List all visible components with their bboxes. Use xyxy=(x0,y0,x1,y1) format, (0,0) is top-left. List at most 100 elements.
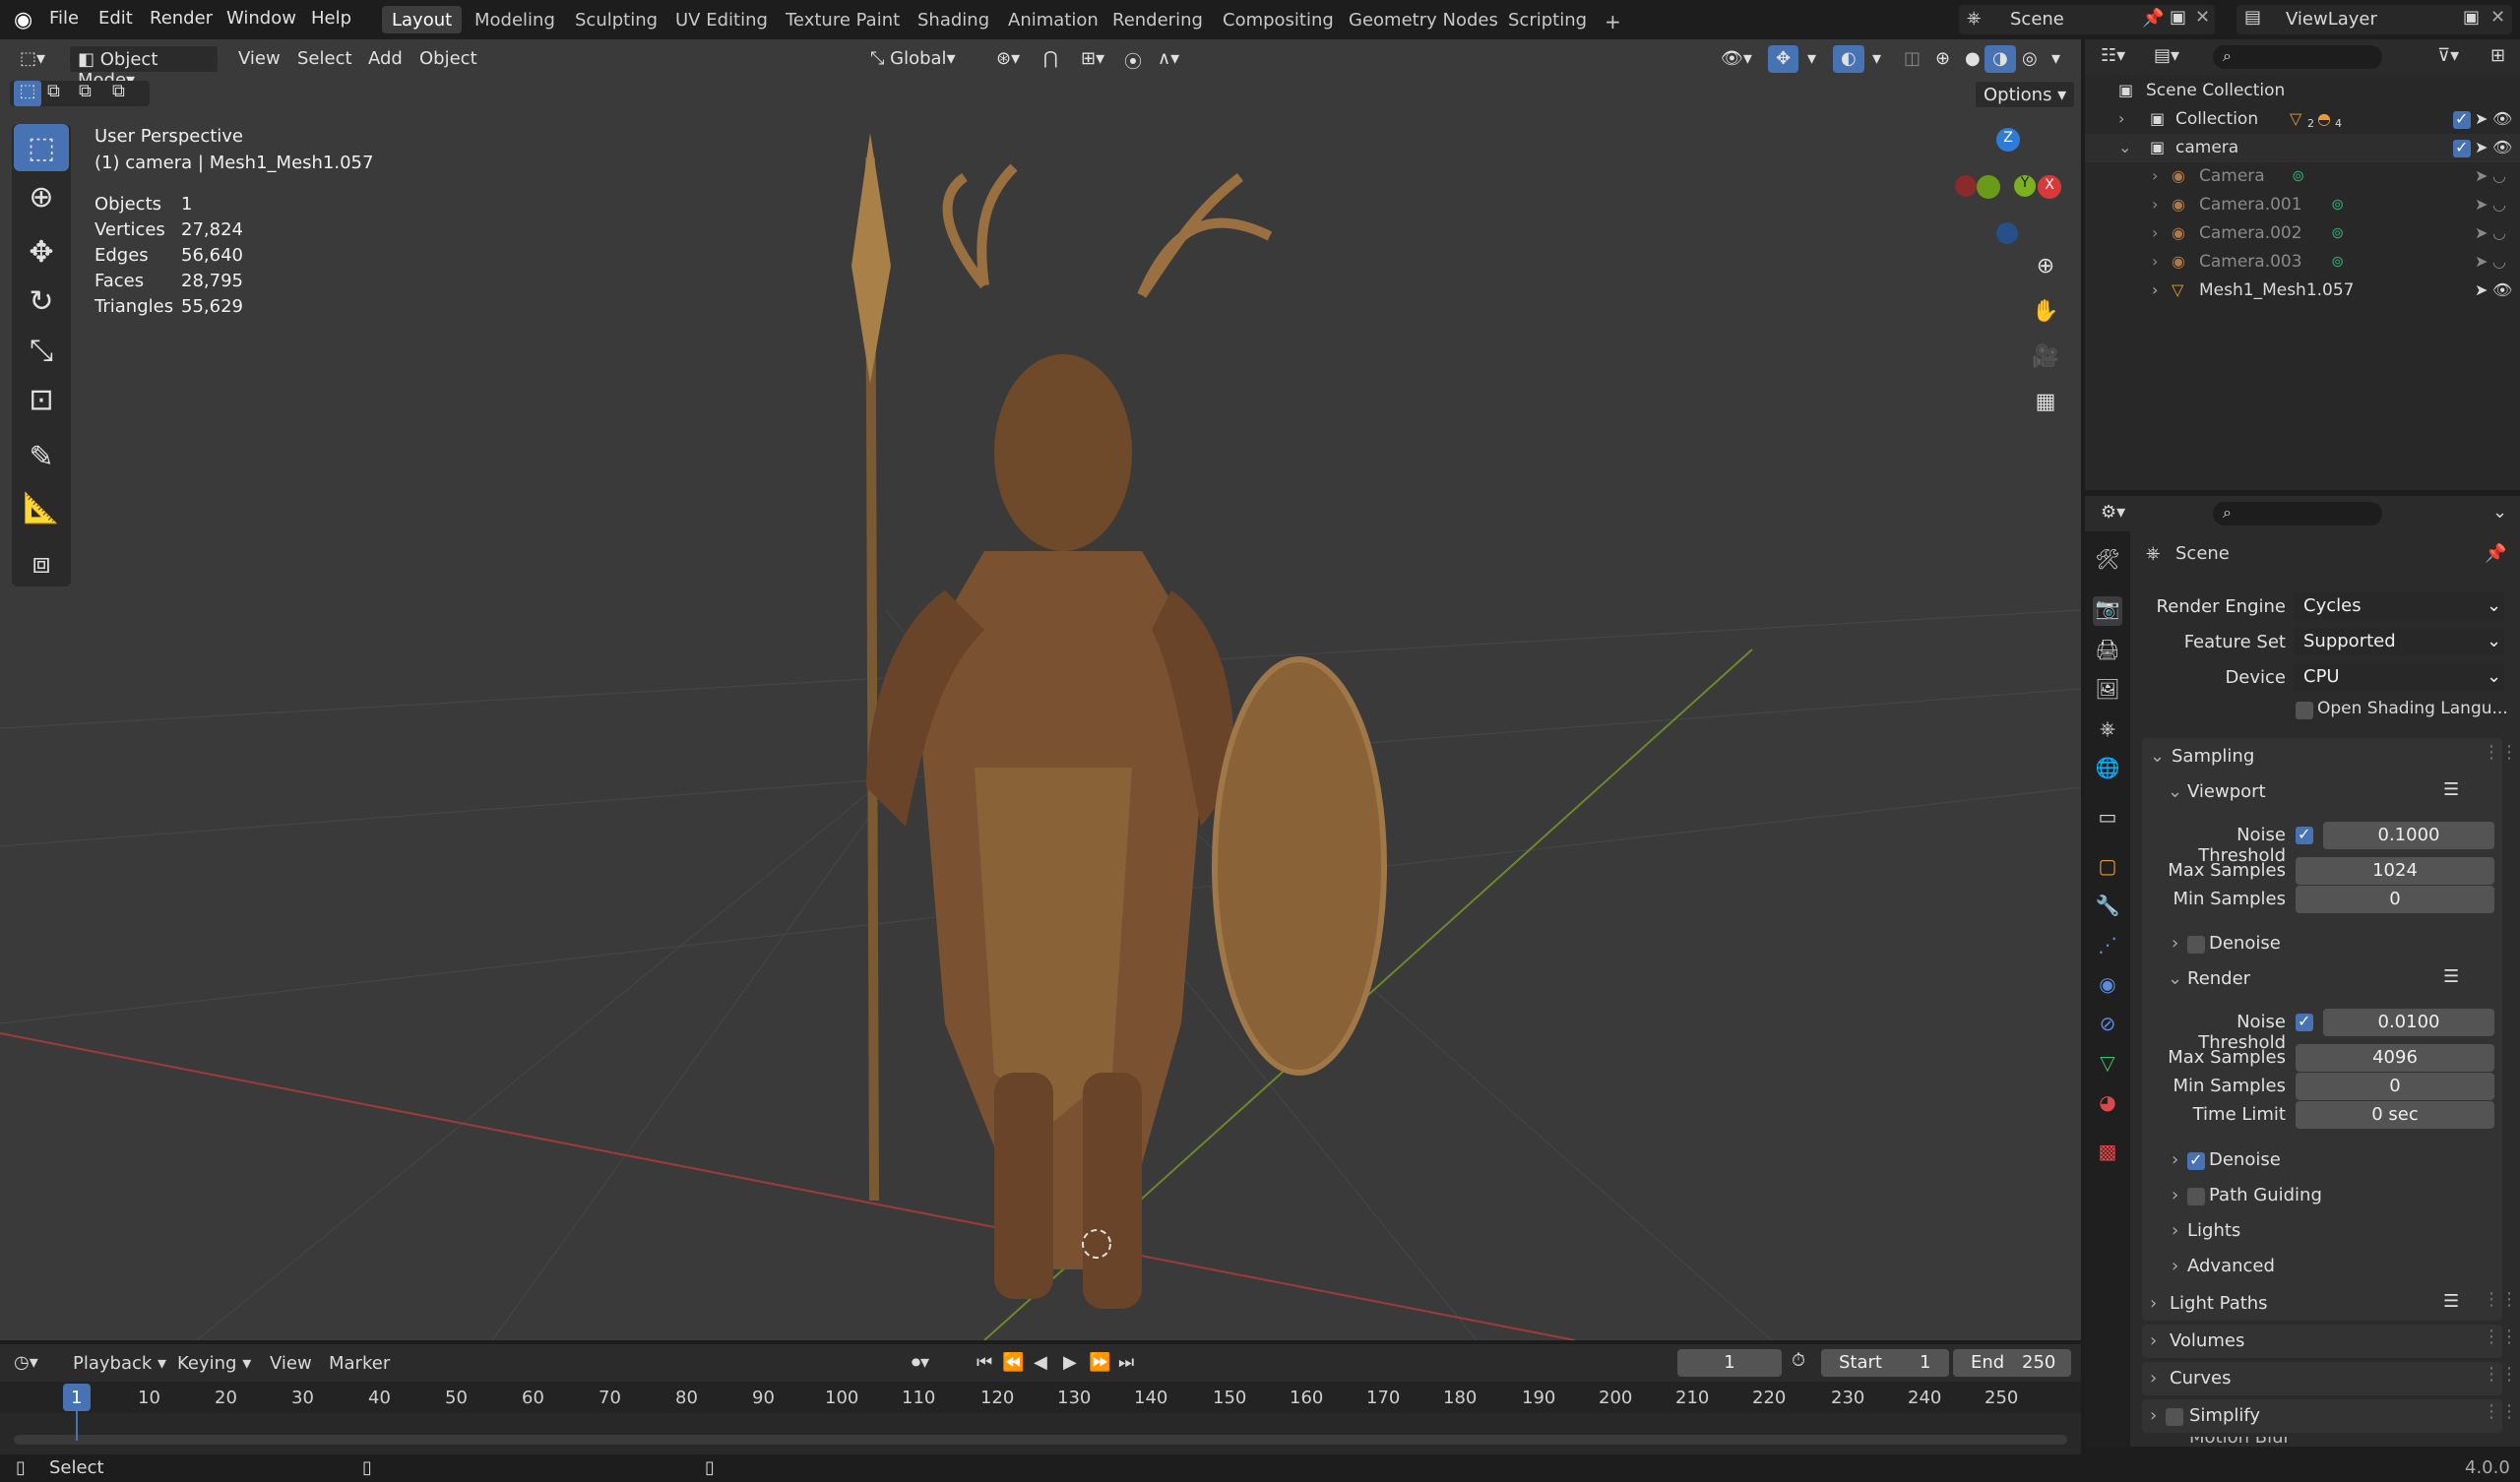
close-icon[interactable]: ✕ xyxy=(2195,7,2210,28)
collapse-chevron-icon[interactable]: ⌄ xyxy=(2168,781,2182,802)
expand-chevron-icon[interactable]: › xyxy=(2150,1405,2157,1426)
volumes-panel-header[interactable]: Volumes xyxy=(2170,1330,2244,1351)
gizmo-x-axis[interactable]: X xyxy=(2038,175,2061,199)
wireframe-shading-icon[interactable]: ⊕ xyxy=(1927,45,1958,73)
outliner-row-camera[interactable]: › ◉ Camera ⊚ ➤ ◡ xyxy=(2085,162,2520,191)
menu-file[interactable]: File xyxy=(49,8,79,29)
tab-uv-editing[interactable]: UV Editing xyxy=(665,6,778,33)
collapse-chevron-icon[interactable]: ⌄ xyxy=(2118,138,2131,156)
tab-geometry-nodes[interactable]: Geometry Nodes xyxy=(1339,6,1508,33)
camera-view-icon[interactable]: 🎥 xyxy=(2028,339,2063,374)
move-tool-icon[interactable]: ✥ xyxy=(14,228,69,276)
time-limit-field[interactable]: 0 sec xyxy=(2296,1101,2494,1129)
presets-list-icon[interactable]: ☰ xyxy=(2443,1291,2459,1312)
drag-handle-icon[interactable]: ⋮⋮ xyxy=(2483,1364,2518,1385)
proportional-edit-icon[interactable]: ⦿ xyxy=(1116,45,1150,73)
path-guiding-checkbox[interactable] xyxy=(2187,1188,2205,1205)
drag-handle-icon[interactable]: ⋮⋮ xyxy=(2483,1401,2518,1422)
select-intersect-icon[interactable]: ⧉ xyxy=(112,81,125,101)
jump-end-icon[interactable]: ⏭ xyxy=(1118,1352,1134,1373)
new-scene-icon[interactable]: ▣ xyxy=(2170,7,2186,28)
output-tab-icon[interactable]: 🖨 xyxy=(2093,638,2122,667)
object-tab-icon[interactable]: ▢ xyxy=(2093,854,2122,884)
select-arrow-icon[interactable]: ➤ xyxy=(2475,109,2488,128)
drag-handle-icon[interactable]: ⋮⋮ xyxy=(2483,742,2518,763)
presets-list-icon[interactable]: ☰ xyxy=(2443,779,2459,800)
play-reverse-icon[interactable]: ◀ xyxy=(1034,1352,1047,1373)
gizmo-x-neg-axis[interactable] xyxy=(1955,175,1977,197)
properties-editor-icon[interactable]: ⚙▾ xyxy=(2101,502,2125,523)
simplify-panel-header[interactable]: Simplify xyxy=(2189,1405,2260,1426)
tab-compositing[interactable]: Compositing xyxy=(1213,6,1344,33)
menu-window[interactable]: Window xyxy=(226,8,296,29)
marker-menu[interactable]: Marker xyxy=(329,1353,390,1374)
select-arrow-icon[interactable]: ➤ xyxy=(2475,223,2488,242)
expand-chevron-icon[interactable]: › xyxy=(2172,1256,2178,1276)
expand-chevron-icon[interactable]: › xyxy=(2172,1149,2178,1170)
chevron-down-icon[interactable]: ⌄ xyxy=(2492,502,2507,523)
overlay-toggle-icon[interactable]: ◐ xyxy=(1833,45,1864,73)
prev-keyframe-icon[interactable]: ⏪ xyxy=(1002,1352,1024,1373)
outliner-row-camera-003[interactable]: › ◉ Camera.003 ⊚ ➤ ◡ xyxy=(2085,248,2520,277)
viewport-noise-threshold-checkbox[interactable] xyxy=(2296,825,2313,844)
data-tab-icon[interactable]: ▽ xyxy=(2093,1051,2122,1081)
outliner-row-camera-001[interactable]: › ◉ Camera.001 ⊚ ➤ ◡ xyxy=(2085,191,2520,219)
render-denoise-checkbox[interactable] xyxy=(2187,1150,2205,1170)
options-button[interactable]: Options ▾ xyxy=(1975,81,2076,108)
render-engine-select[interactable]: Cycles ⌄ xyxy=(2294,592,2504,620)
outliner-row-camera-collection[interactable]: ⌄ ▣ camera ➤ 👁 xyxy=(2085,134,2520,162)
shading-dropdown-icon[interactable]: ▾ xyxy=(2044,45,2068,73)
menu-edit[interactable]: Edit xyxy=(98,8,133,29)
feature-set-select[interactable]: Supported ⌄ xyxy=(2294,628,2504,655)
scale-tool-icon[interactable]: ⤡ xyxy=(14,327,69,374)
render-max-samples-field[interactable]: 4096 xyxy=(2296,1044,2494,1072)
display-mode-icon[interactable]: ▤▾ xyxy=(2154,45,2179,66)
select-arrow-icon[interactable]: ➤ xyxy=(2475,166,2488,185)
overlay-dropdown-icon[interactable]: ▾ xyxy=(1864,45,1889,73)
expand-chevron-icon[interactable]: › xyxy=(2152,166,2158,185)
viewport-max-samples-field[interactable]: 1024 xyxy=(2296,857,2494,885)
pin-icon[interactable]: 📌 xyxy=(2142,8,2164,29)
path-guiding-label[interactable]: Path Guiding xyxy=(2209,1185,2322,1205)
eye-icon[interactable]: 👁 xyxy=(2492,138,2512,156)
simplify-checkbox[interactable] xyxy=(2166,1408,2183,1426)
playback-menu[interactable]: Playback ▾ xyxy=(73,1353,166,1374)
timeline-scrollbar[interactable] xyxy=(14,1435,2067,1445)
tab-layout[interactable]: Layout xyxy=(382,6,463,33)
solid-shading-icon[interactable]: ● xyxy=(1957,45,1988,73)
exclude-checkbox[interactable] xyxy=(2453,138,2471,157)
menu-add[interactable]: Add xyxy=(360,45,410,73)
tab-animation[interactable]: Animation xyxy=(998,6,1108,33)
annotate-tool-icon[interactable]: ✎ xyxy=(14,433,69,480)
orientation-select[interactable]: ⤡ Global▾ xyxy=(862,45,964,73)
gizmo-dropdown-icon[interactable]: ▾ xyxy=(1799,45,1824,73)
advanced-subpanel-header[interactable]: Advanced xyxy=(2187,1256,2275,1276)
scene-tab-icon[interactable]: ⎈ xyxy=(2093,716,2122,746)
outliner-editor-icon[interactable]: ☷▾ xyxy=(2101,45,2125,66)
pivot-icon[interactable]: ⊛▾ xyxy=(988,45,1028,73)
tab-rendering[interactable]: Rendering xyxy=(1102,6,1213,33)
eye-closed-icon[interactable]: ◡ xyxy=(2492,166,2506,185)
next-keyframe-icon[interactable]: ⏩ xyxy=(1089,1352,1110,1373)
constraints-tab-icon[interactable]: ⊘ xyxy=(2093,1012,2122,1041)
zoom-icon[interactable]: ⊕ xyxy=(2028,248,2063,283)
render-noise-threshold-checkbox[interactable] xyxy=(2296,1012,2313,1031)
modifier-tab-icon[interactable]: 🔧 xyxy=(2093,894,2122,923)
render-noise-threshold-field[interactable]: 0.0100 xyxy=(2323,1009,2494,1036)
outliner-row-camera-002[interactable]: › ◉ Camera.002 ⊚ ➤ ◡ xyxy=(2085,219,2520,248)
eye-closed-icon[interactable]: ◡ xyxy=(2492,223,2506,242)
gizmo-y-neg-axis[interactable] xyxy=(1977,175,2000,199)
blender-logo-icon[interactable]: ◉ xyxy=(14,8,32,32)
select-arrow-icon[interactable]: ➤ xyxy=(2475,195,2488,214)
outliner-search-input[interactable]: ⌕ xyxy=(2213,45,2382,69)
presets-list-icon[interactable]: ☰ xyxy=(2443,966,2459,987)
expand-chevron-icon[interactable]: › xyxy=(2150,1293,2157,1314)
current-frame-field[interactable]: 1 xyxy=(1677,1349,1782,1377)
motion-blur-panel[interactable]: Motion Blur xyxy=(2142,1437,2502,1449)
viewport-denoise-checkbox[interactable] xyxy=(2187,936,2205,954)
select-arrow-icon[interactable]: ➤ xyxy=(2475,252,2488,271)
3d-viewport[interactable] xyxy=(0,39,2081,1340)
expand-chevron-icon[interactable]: › xyxy=(2150,1368,2157,1389)
light-paths-panel-header[interactable]: Light Paths xyxy=(2170,1293,2268,1314)
menu-view[interactable]: View xyxy=(230,45,288,73)
